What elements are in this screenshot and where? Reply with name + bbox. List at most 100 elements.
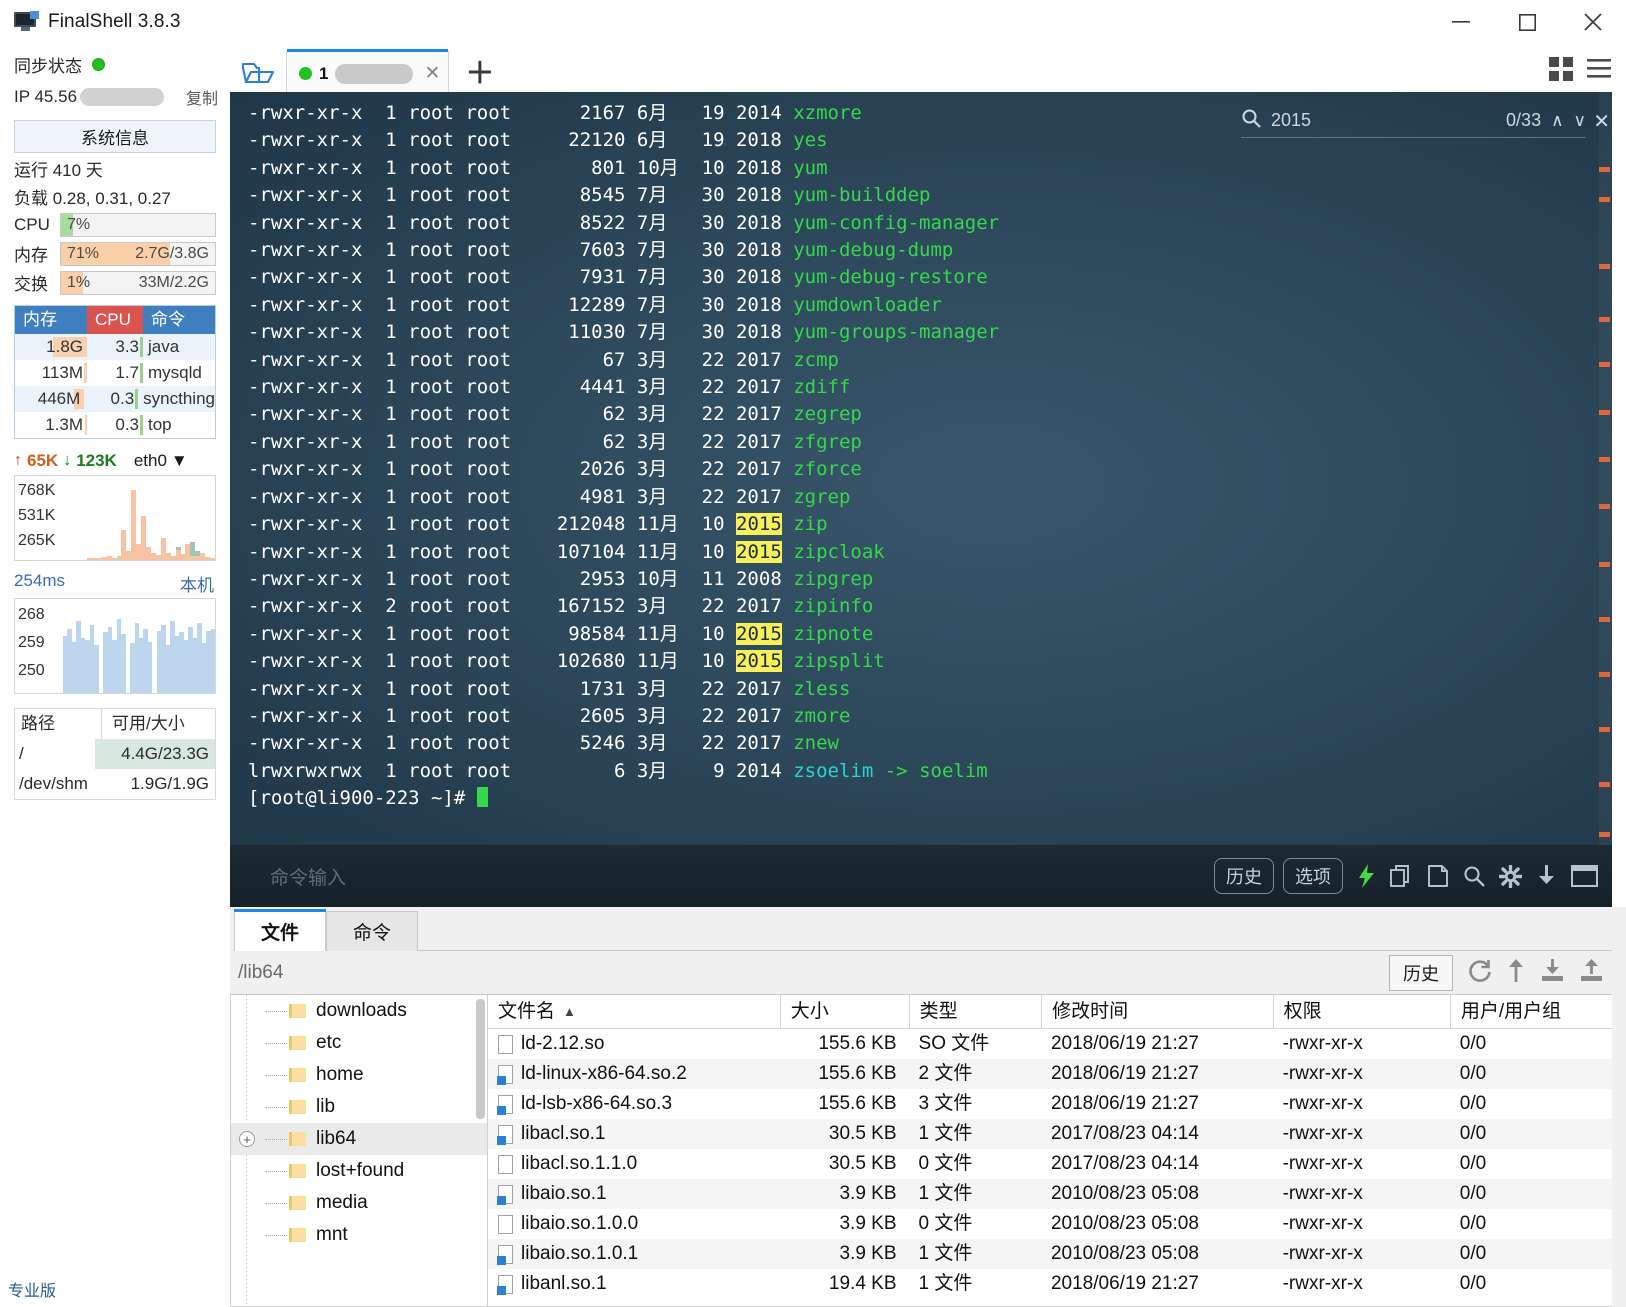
tree-item-media[interactable]: media xyxy=(231,1187,487,1219)
terminal-line: -rwxr-xr-x 2 root root 167152 3月 22 2017… xyxy=(248,593,1612,620)
maximize-button[interactable] xyxy=(1494,0,1560,44)
file-permissions-cell: -rwxr-xr-x xyxy=(1273,1029,1450,1059)
tab-commands[interactable]: 命令 xyxy=(326,911,418,951)
copy-ip-button[interactable]: 复制 xyxy=(186,85,218,109)
file-name-cell: libacl.so.1 xyxy=(488,1119,780,1149)
terminal-line: -rwxr-xr-x 1 root root 12289 7月 30 2018 … xyxy=(248,292,1612,319)
terminal-search-input[interactable]: 2015 xyxy=(1271,110,1496,131)
process-row[interactable]: 113M1.7mysqld xyxy=(15,360,215,386)
file-table-row[interactable]: libaio.so.1.0.13.9 KB1 文件2010/08/23 05:0… xyxy=(488,1239,1625,1269)
system-info-sidebar: 同步状态 IP 45.56 复制 系统信息 运行 410 天 负载 0.28, … xyxy=(0,44,230,1307)
paste-icon[interactable] xyxy=(1427,864,1449,888)
expand-toggle-icon[interactable]: + xyxy=(239,1131,255,1147)
download-icon[interactable] xyxy=(1540,958,1565,988)
network-interface-select[interactable]: eth0 ▼ xyxy=(134,451,188,471)
resource-meters: CPU7%内存71%2.7G/3.8G交换1%33M/2.2G xyxy=(8,209,222,295)
terminal-line: -rwxr-xr-x 1 root root 801 10月 10 2018 y… xyxy=(248,155,1612,182)
file-list-table[interactable]: 文件名 ▲ 大小 类型 修改时间 权限 用户/用户组 ld-2.12.so155… xyxy=(488,995,1626,1307)
gear-icon[interactable] xyxy=(1499,865,1522,888)
search-prev-icon[interactable]: ∧ xyxy=(1551,111,1563,131)
terminal-line: -rwxr-xr-x 1 root root 4441 3月 22 2017 z… xyxy=(248,374,1612,401)
command-history-button[interactable]: 历史 xyxy=(1214,858,1274,894)
open-folder-icon[interactable] xyxy=(230,49,286,95)
menu-icon[interactable] xyxy=(1586,56,1612,87)
bolt-icon[interactable] xyxy=(1357,864,1376,888)
disk-row[interactable]: /4.4G/23.3G xyxy=(15,739,215,769)
command-input[interactable]: 命令输入 xyxy=(270,863,1205,890)
terminal-output-panel[interactable]: -rwxr-xr-x 1 root root 2167 6月 19 2014 x… xyxy=(230,92,1612,907)
tab-close-icon[interactable]: ✕ xyxy=(424,62,440,85)
file-owner-cell: 0/0 xyxy=(1450,1179,1625,1209)
file-table-row[interactable]: ld-2.12.so155.6 KBSO 文件2018/06/19 21:27-… xyxy=(488,1029,1625,1059)
terminal-line: -rwxr-xr-x 1 root root 11030 7月 30 2018 … xyxy=(248,319,1612,346)
minimize-button[interactable] xyxy=(1428,0,1494,44)
tree-item-lib64[interactable]: +lib64 xyxy=(231,1123,487,1155)
tree-connector xyxy=(265,1203,287,1204)
column-header-type[interactable]: 类型 xyxy=(909,995,1041,1029)
file-permissions-cell: -rwxr-xr-x xyxy=(1273,1209,1450,1239)
file-history-button[interactable]: 历史 xyxy=(1389,955,1453,991)
close-button[interactable] xyxy=(1560,0,1626,44)
new-tab-button[interactable]: ＋ xyxy=(465,53,494,95)
process-row[interactable]: 1.3M0.3top xyxy=(15,412,215,438)
upload-icon[interactable] xyxy=(1579,958,1604,988)
process-command: top xyxy=(143,412,215,438)
column-header-mtime[interactable]: 修改时间 xyxy=(1041,995,1273,1029)
terminal-tab-1[interactable]: 1 ✕ xyxy=(286,51,449,95)
file-name-label: libaio.so.1 xyxy=(521,1179,607,1209)
file-table-row[interactable]: ld-lsb-x86-64.so.3155.6 KB3 文件2018/06/19… xyxy=(488,1089,1625,1119)
tab-title-redaction-mask xyxy=(335,64,413,84)
column-header-owner[interactable]: 用户/用户组 xyxy=(1450,995,1625,1029)
system-info-button[interactable]: 系统信息 xyxy=(14,120,216,153)
download-icon[interactable] xyxy=(1536,864,1557,888)
tree-item-mnt[interactable]: mnt xyxy=(231,1219,487,1251)
column-header-permissions[interactable]: 权限 xyxy=(1273,995,1450,1029)
chevron-down-icon: ▼ xyxy=(171,451,188,471)
tree-item-home[interactable]: home xyxy=(231,1059,487,1091)
file-icon xyxy=(498,1125,513,1144)
file-table-row[interactable]: libacl.so.130.5 KB1 文件2017/08/23 04:14-r… xyxy=(488,1119,1625,1149)
command-input-bar: 命令输入 历史 选项 xyxy=(230,845,1612,907)
file-table-row[interactable]: libaio.so.1.0.03.9 KB0 文件2010/08/23 05:0… xyxy=(488,1209,1625,1239)
latency-y-tick-0: 268 xyxy=(18,601,45,629)
column-header-size[interactable]: 大小 xyxy=(780,995,909,1029)
command-options-button[interactable]: 选项 xyxy=(1283,858,1343,894)
folder-icon xyxy=(289,1132,306,1146)
terminal-line: -rwxr-xr-x 1 root root 62 3月 22 2017 zeg… xyxy=(248,401,1612,428)
file-table-row[interactable]: libanl.so.119.4 KB1 文件2018/06/19 21:27-r… xyxy=(488,1269,1625,1299)
file-name-cell: ld-2.12.so xyxy=(488,1029,780,1059)
search-icon[interactable] xyxy=(1463,865,1485,887)
tree-item-downloads[interactable]: downloads xyxy=(231,995,487,1027)
latency-header: 254ms 本机 xyxy=(8,561,222,596)
ip-address-label: IP 45.56 xyxy=(14,87,77,107)
tab-files[interactable]: 文件 xyxy=(234,911,326,951)
folder-icon xyxy=(289,1164,306,1178)
terminal-search-bar[interactable]: 2015 0/33 ∧ ∨ ✕ xyxy=(1241,104,1586,138)
file-table-row[interactable]: ld-linux-x86-64.so.2155.6 KB2 文件2018/06/… xyxy=(488,1059,1625,1089)
tree-scrollbar[interactable] xyxy=(476,999,485,1119)
current-path-label[interactable]: /lib64 xyxy=(238,962,283,984)
disk-row[interactable]: /dev/shm1.9G/1.9G xyxy=(15,769,215,799)
process-row[interactable]: 1.8G3.3java xyxy=(15,334,215,360)
tree-item-lib[interactable]: lib xyxy=(231,1091,487,1123)
up-directory-icon[interactable] xyxy=(1506,958,1526,988)
uptime-label: 运行 410 天 xyxy=(8,153,222,181)
copy-icon[interactable] xyxy=(1390,864,1413,888)
process-row[interactable]: 446M0.3syncthing xyxy=(15,386,215,412)
refresh-icon[interactable] xyxy=(1467,958,1492,988)
file-name-label: libacl.so.1 xyxy=(521,1119,606,1149)
file-table-row[interactable]: libaio.so.13.9 KB1 文件2010/08/23 05:08-rw… xyxy=(488,1179,1625,1209)
file-mtime-cell: 2018/06/19 21:27 xyxy=(1041,1269,1273,1299)
file-name-cell: libaio.so.1.0.1 xyxy=(488,1239,780,1269)
file-table-row[interactable]: libacl.so.1.1.030.5 KB0 文件2017/08/23 04:… xyxy=(488,1149,1625,1179)
network-y-tick-0: 768K xyxy=(18,478,55,503)
tree-item-etc[interactable]: etc xyxy=(231,1027,487,1059)
file-name-label: libaio.so.1.0.1 xyxy=(521,1239,638,1269)
window-icon[interactable] xyxy=(1571,865,1598,887)
terminal-line: -rwxr-xr-x 1 root root 7931 7月 30 2018 y… xyxy=(248,264,1612,291)
column-header-filename[interactable]: 文件名 ▲ xyxy=(488,995,780,1029)
grid-view-icon[interactable] xyxy=(1548,56,1574,87)
directory-tree[interactable]: downloadsetchomelib+lib64lost+foundmedia… xyxy=(230,995,488,1307)
tree-item-lost+found[interactable]: lost+found xyxy=(231,1155,487,1187)
search-next-icon[interactable]: ∨ xyxy=(1574,111,1586,131)
